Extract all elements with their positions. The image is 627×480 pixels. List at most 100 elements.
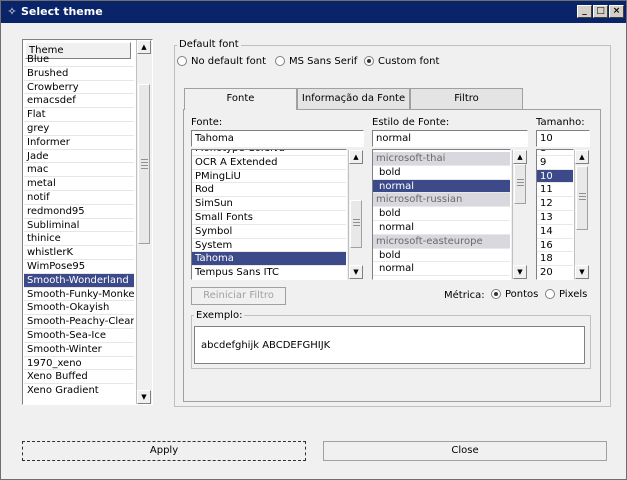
font-list-item[interactable]: PMingLiU [192,170,346,184]
font-list-item[interactable]: Tempus Sans ITC [192,266,346,279]
style-list-item[interactable]: microsoft-russian [373,193,510,208]
font-list-item[interactable]: Rod [192,183,346,198]
radio-pontos[interactable]: Pontos [491,289,538,301]
example-preview: abcdefghijk ABCDEFGHIJK [194,326,585,364]
radio-pixels[interactable]: Pixels [545,289,587,301]
list-item[interactable]: Subliminal [24,219,134,233]
radio-ms-sans-serif[interactable]: MS Sans Serif [275,56,357,68]
style-list-item[interactable]: bold [373,207,510,221]
scroll-down-icon[interactable]: ▼ [349,265,363,279]
list-item[interactable]: Brushed [24,67,134,81]
list-item[interactable]: Informer [24,136,134,150]
list-item[interactable]: grey [24,122,134,136]
select-theme-window: ✧ Select theme _ □ × Theme Blue Brushed Cr… [0,0,627,480]
scroll-up-icon[interactable]: ▲ [349,150,363,164]
font-list[interactable]: Monotype CorsivaOCR A ExtendedPMingLiURo… [191,149,347,280]
size-list-item[interactable]: 13 [537,211,573,225]
theme-list[interactable]: Theme Blue Brushed Crowberry emacsdef Flat gr… [22,39,153,405]
close-button[interactable]: Close [323,441,607,461]
size-list[interactable]: 891011121314161820 [536,149,574,280]
list-item[interactable]: mac [24,163,134,178]
apply-button[interactable]: Apply [22,441,306,461]
scroll-thumb[interactable] [514,164,526,204]
tab-filtro[interactable]: Filtro [410,88,523,109]
minimize-button[interactable]: _ [577,5,592,18]
list-item[interactable]: Smooth-Peachy-Clean [24,315,134,329]
scroll-down-icon[interactable]: ▼ [137,390,151,404]
list-item[interactable]: Smooth-Sea-Ice [24,329,134,343]
scroll-up-icon[interactable]: ▲ [137,40,151,54]
size-list-item[interactable]: 14 [537,225,573,239]
list-item[interactable]: Xeno Buffed [24,370,134,385]
font-list-item[interactable]: Small Fonts [192,211,346,225]
list-item[interactable]: Smooth-Funky-Monkey [24,288,134,302]
title-bar[interactable]: ✧ Select theme _ □ × [1,1,626,23]
list-item[interactable]: Smooth-Wonderland [24,273,134,288]
font-list-scrollbar[interactable]: ▲ ▼ [348,150,364,279]
radio-icon [545,289,555,299]
list-item[interactable]: Smooth-Okayish [24,301,134,316]
list-item[interactable]: WimPose95 [24,260,134,274]
style-list-item[interactable]: bold [373,249,510,263]
reset-filter-button[interactable]: Reiniciar Filtro [191,287,286,305]
tab-fonte[interactable]: Fonte [184,88,297,110]
list-item[interactable]: Xeno Gradient [24,384,134,397]
font-list-item[interactable]: Tahoma [192,252,346,267]
list-item[interactable]: Crowberry [24,81,134,95]
style-list-item[interactable]: normal [373,221,510,235]
list-item[interactable]: Smooth-Winter [24,343,134,357]
scroll-up-icon[interactable]: ▲ [575,150,589,164]
scroll-down-icon[interactable]: ▼ [575,265,589,279]
font-list-item[interactable]: System [192,239,346,253]
style-list-item[interactable]: bold [373,166,510,180]
style-list-scrollbar[interactable]: ▲ ▼ [512,150,528,279]
size-list-item[interactable]: 8 [537,150,573,156]
size-input[interactable]: 10 [536,130,590,147]
list-item[interactable]: metal [24,177,134,191]
default-font-label: Default font [177,39,241,50]
size-list-item[interactable]: 16 [537,239,573,253]
close-window-button[interactable]: × [609,5,624,18]
font-label: Fonte: [191,117,223,128]
radio-no-default-font[interactable]: No default font [177,56,266,68]
scroll-down-icon[interactable]: ▼ [513,265,527,279]
font-list-item[interactable]: SimSun [192,197,346,211]
scroll-up-icon[interactable]: ▲ [513,150,527,164]
scroll-thumb[interactable] [350,200,362,248]
font-style-input[interactable]: normal [372,130,528,147]
size-list-item[interactable]: 9 [537,156,573,170]
theme-list-scrollbar[interactable]: ▲ ▼ [136,40,152,404]
font-style-list[interactable]: microsoft-thai bold normal microsoft-russia… [372,149,511,280]
list-item[interactable]: emacsdef [24,94,134,109]
list-item[interactable]: thinice [24,232,134,247]
size-list-item[interactable]: 12 [537,197,573,211]
window-title: Select theme [21,5,103,18]
style-list-item[interactable]: normal [373,179,510,194]
font-list-item[interactable]: Symbol [192,225,346,239]
radio-icon [275,56,285,66]
list-item[interactable]: 1970_xeno [24,357,134,371]
size-list-item[interactable]: 18 [537,252,573,267]
radio-custom-font[interactable]: Custom font [364,56,439,68]
scroll-thumb[interactable] [576,166,588,230]
style-list-item[interactable]: microsoft-easteurope [373,234,510,249]
font-list-item[interactable]: Monotype Corsiva [192,150,346,156]
list-item[interactable]: Jade [24,150,134,164]
theme-items[interactable]: Blue Brushed Crowberry emacsdef Flat grey Info… [24,53,134,397]
size-list-scrollbar[interactable]: ▲ ▼ [574,150,590,279]
list-item[interactable]: Blue [24,53,134,67]
size-list-item[interactable]: 10 [537,169,573,184]
style-list-item[interactable]: microsoft-thai [373,152,510,166]
style-list-item[interactable]: normal [373,262,510,277]
font-input[interactable]: Tahoma [191,130,364,147]
size-list-item[interactable]: 11 [537,183,573,198]
font-list-item[interactable]: OCR A Extended [192,156,346,170]
maximize-button[interactable]: □ [593,5,608,18]
list-item[interactable]: notif [24,191,134,205]
list-item[interactable]: Flat [24,108,134,122]
tab-informacao-da-fonte[interactable]: Informação da Fonte [297,88,410,109]
size-list-item[interactable]: 20 [537,266,573,279]
list-item[interactable]: whistlerK [24,246,134,260]
list-item[interactable]: redmond95 [24,205,134,219]
scroll-thumb[interactable] [138,84,150,244]
